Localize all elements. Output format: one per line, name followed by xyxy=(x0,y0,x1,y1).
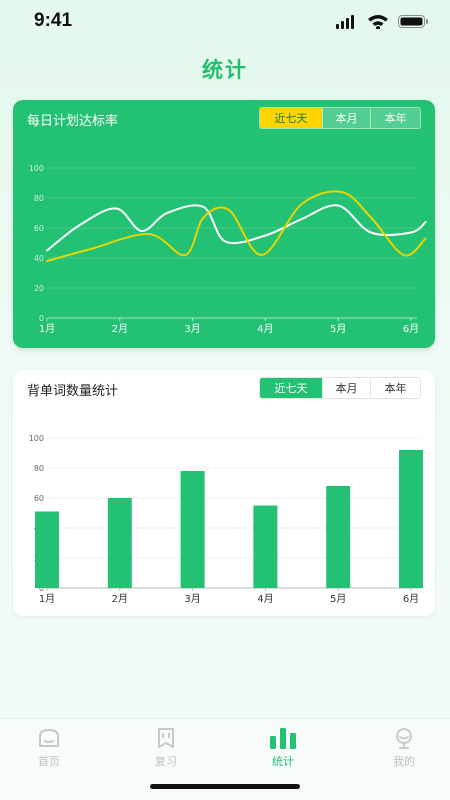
x-tick-label: 6月 xyxy=(403,593,419,605)
tab-home-label: 首页 xyxy=(38,755,60,768)
y-tick-label: 0 xyxy=(39,314,44,323)
tab-review-label: 复习 xyxy=(155,755,177,768)
status-icons xyxy=(336,15,428,29)
y-tick-label: 100 xyxy=(29,164,44,173)
user-icon xyxy=(396,728,412,749)
bar xyxy=(253,505,278,588)
x-tick-label: 5月 xyxy=(330,323,346,335)
x-tick-label: 2月 xyxy=(112,593,128,605)
x-tick-label: 4月 xyxy=(257,323,273,335)
signal-icon xyxy=(336,15,354,29)
y-tick-label: 60 xyxy=(34,494,44,503)
x-tick-label: 1月 xyxy=(39,593,55,605)
tab-review[interactable]: 复习 xyxy=(126,727,206,769)
status-bar: 9:41 xyxy=(0,0,450,44)
battery-icon xyxy=(398,15,428,28)
bar xyxy=(180,471,205,588)
status-time: 9:41 xyxy=(34,10,73,31)
y-tick-label: 100 xyxy=(29,434,44,443)
x-tick-label: 4月 xyxy=(257,593,273,605)
x-tick-label: 5月 xyxy=(330,593,346,605)
bar xyxy=(399,450,423,588)
bar xyxy=(326,486,351,588)
words-count-bar-chart: 0204060801001月2月3月4月5月6月 xyxy=(29,434,423,605)
tab-home[interactable]: 首页 xyxy=(9,727,89,769)
y-tick-label: 40 xyxy=(34,254,44,263)
tab-statistics[interactable]: 统计 xyxy=(243,727,323,769)
y-tick-label: 60 xyxy=(34,224,44,233)
x-tick-label: 1月 xyxy=(39,323,55,335)
bar xyxy=(107,498,132,588)
home-icon xyxy=(39,728,59,747)
x-tick-label: 3月 xyxy=(184,323,200,335)
page-title: 统计 xyxy=(202,58,248,82)
completion-rate-line-chart: 0 20 40 60 80 100 1月 2月 3月 4月 5月 6月 xyxy=(29,164,427,335)
y-tick-label: 20 xyxy=(34,284,44,293)
wifi-icon xyxy=(368,15,388,29)
x-tick-label: 2月 xyxy=(112,323,128,335)
tab-statistics-label: 统计 xyxy=(272,755,294,768)
words-count-card: 背单词数量统计 近七天 本月 本年 0204060801001月2月3月4月5月… xyxy=(13,370,435,616)
y-tick-label: 80 xyxy=(34,464,44,473)
tab-profile[interactable]: 我的 xyxy=(364,727,444,769)
y-tick-label: 80 xyxy=(34,194,44,203)
x-tick-label: 6月 xyxy=(403,323,419,335)
home-indicator xyxy=(150,784,300,789)
bar xyxy=(35,511,59,588)
tab-profile-label: 我的 xyxy=(393,755,415,768)
series-line-yellow xyxy=(46,190,427,262)
bar-chart-icon xyxy=(270,728,296,749)
completion-rate-card: 每日计划达标率 近七天 本月 本年 0 20 40 60 80 100 1月 2月 3月 4月 5月… xyxy=(13,100,435,348)
x-tick-label: 3月 xyxy=(184,593,200,605)
notebook-icon xyxy=(158,728,174,748)
